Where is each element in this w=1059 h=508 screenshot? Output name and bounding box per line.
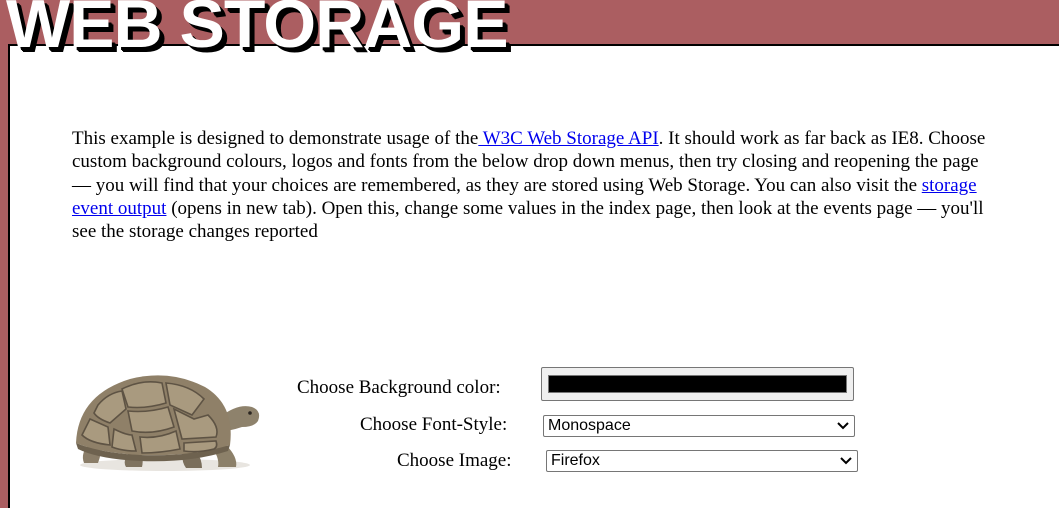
chevron-down-icon [840,457,852,465]
left-band [0,0,8,508]
font-style-select[interactable]: Monospace [543,415,855,437]
font-style-value: Monospace [548,417,631,434]
font-style-label: Choose Font-Style: [360,414,508,435]
page-title: WEB STORAGE [6,0,509,62]
image-value: Firefox [551,452,600,469]
intro-text-1: This example is designed to demonstrate … [72,128,479,149]
chevron-down-icon [837,422,849,430]
image-select[interactable]: Firefox [546,450,858,472]
intro-text-3: (opens in new tab). Open this, change so… [72,197,984,243]
bg-color-swatch [548,375,847,393]
tortoise-image [76,375,260,471]
bg-color-label: Choose Background color: [297,377,501,398]
intro-paragraph: This example is designed to demonstrate … [72,127,992,243]
bg-color-input[interactable] [541,367,854,401]
w3c-api-link[interactable]: W3C Web Storage API [478,128,659,149]
image-label: Choose Image: [397,450,512,471]
